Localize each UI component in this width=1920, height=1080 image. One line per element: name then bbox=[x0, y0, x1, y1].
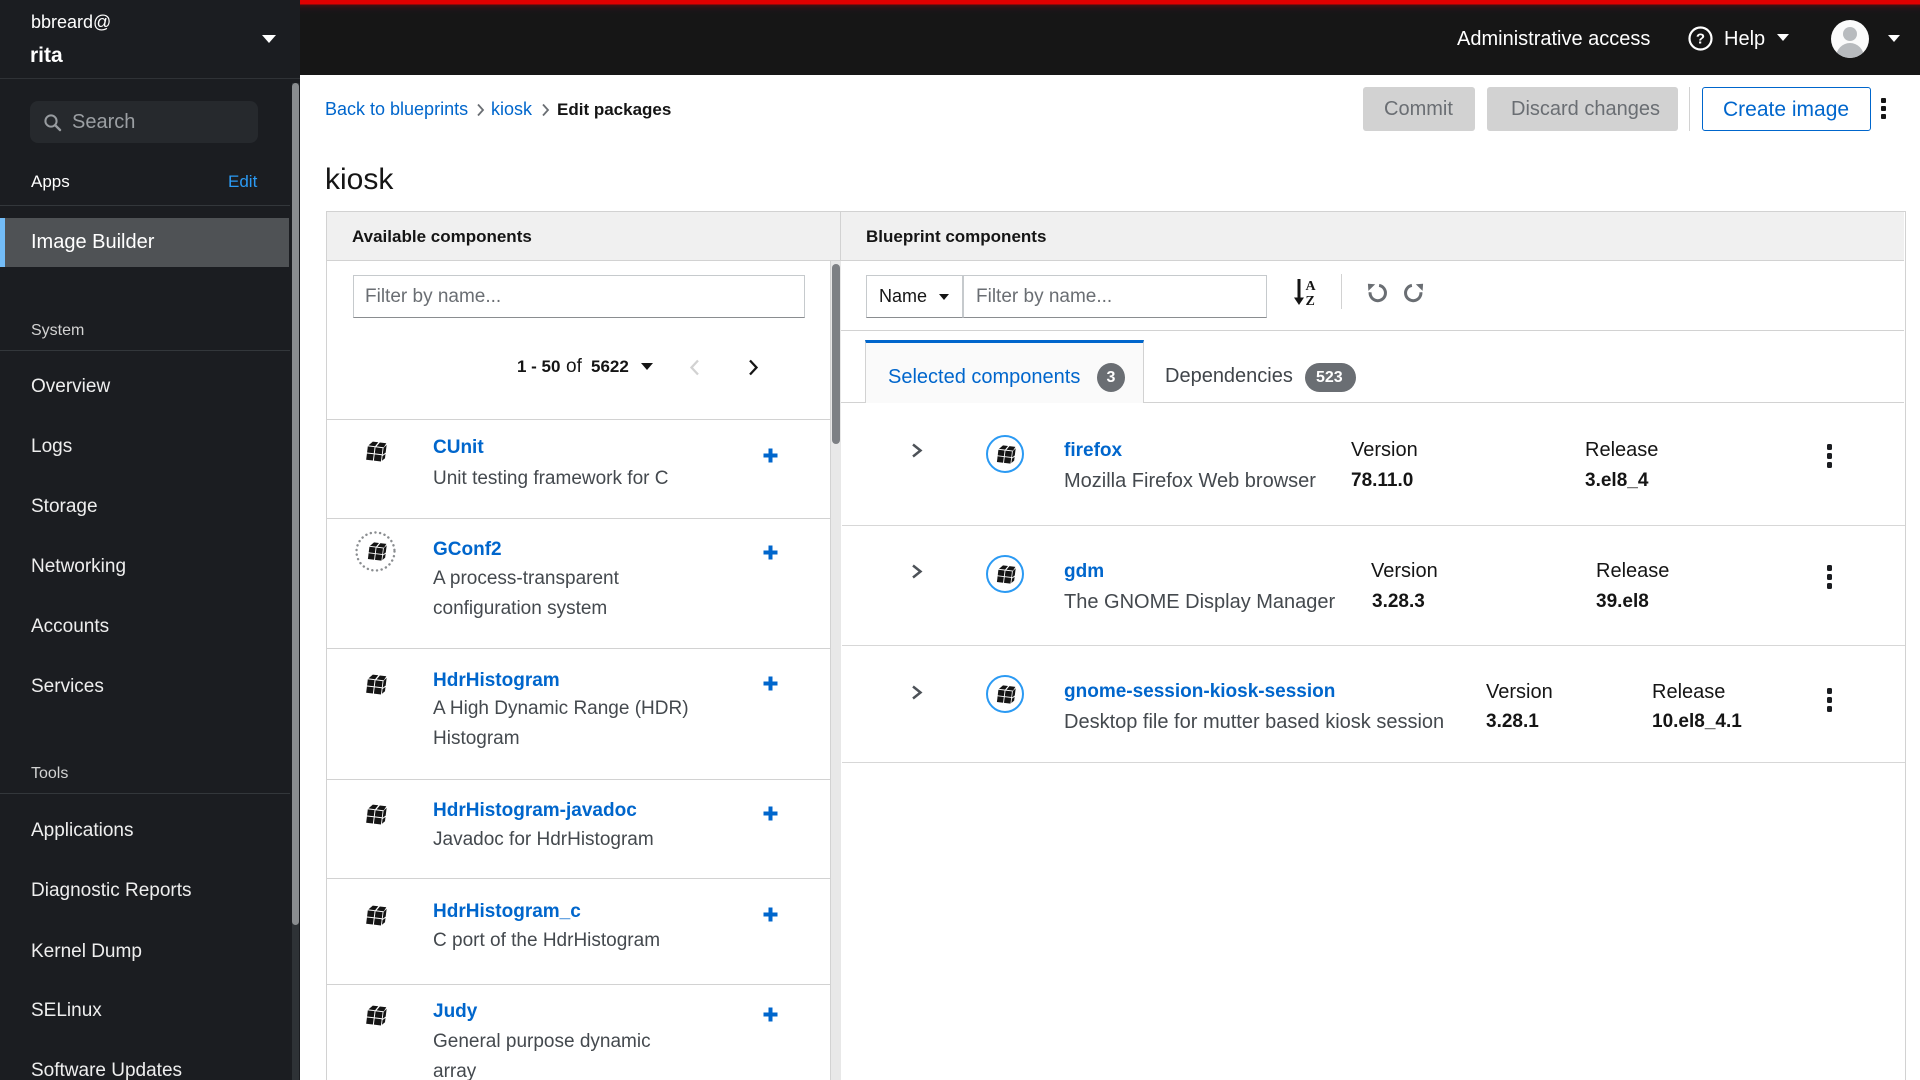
svg-text:Z: Z bbox=[1306, 294, 1315, 307]
svg-text:A: A bbox=[1306, 279, 1317, 294]
svg-text:?: ? bbox=[1696, 31, 1705, 48]
